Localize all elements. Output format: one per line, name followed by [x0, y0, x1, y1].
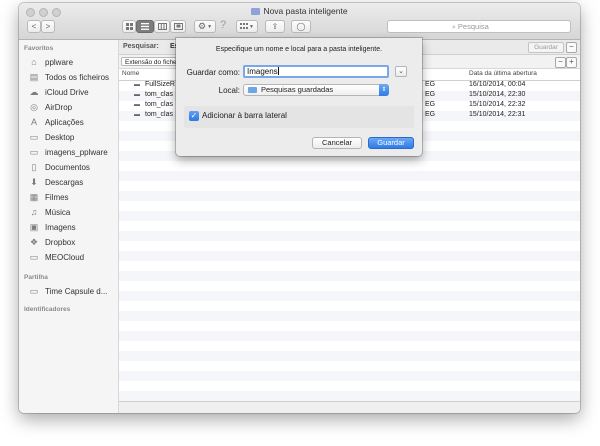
house-icon: ⌂ — [31, 56, 37, 67]
help-icon[interactable]: ? — [220, 19, 226, 31]
all-files-icon: ▤ — [29, 71, 39, 82]
image-file-icon: ▬ — [134, 92, 140, 98]
folder-icon: ▭ — [29, 251, 39, 262]
sidebar-item-music[interactable]: ♫ Música — [29, 205, 71, 219]
expand-dialog-button[interactable]: ⌄ — [395, 66, 407, 77]
save-button[interactable]: Guardar — [368, 137, 414, 149]
sidebar-item-pictures[interactable]: ▣ Imagens — [29, 220, 76, 234]
search-icon: ⌕ — [452, 24, 456, 31]
arrange-icon — [240, 23, 249, 29]
icon-view-button[interactable] — [122, 20, 136, 33]
sidebar-item-time-capsule[interactable]: ▭ Time Capsule d... — [29, 284, 108, 298]
desktop-icon: ▭ — [29, 131, 39, 142]
up-down-arrows-icon: ⇕ — [379, 84, 389, 96]
movies-icon: ▦ — [29, 191, 39, 202]
image-file-icon: ▬ — [134, 112, 140, 118]
forward-button[interactable]: > — [41, 20, 55, 33]
dialog-prompt: Especifique um nome e local para a pasta… — [215, 46, 383, 53]
criterion-popup[interactable]: Extensão do fiche — [121, 57, 177, 66]
sidebar-section-shared: Partilha — [24, 274, 48, 281]
back-button[interactable]: < — [27, 20, 41, 33]
chevron-down-icon: ▼ — [207, 23, 213, 30]
airdrop-icon: ◎ — [30, 101, 38, 112]
sidebar-item-icloud-drive[interactable]: ☁ iCloud Drive — [29, 85, 89, 99]
status-bar — [119, 401, 580, 413]
sidebar-section-favorites: Favoritos — [24, 45, 54, 52]
text-cursor — [277, 67, 279, 75]
save-as-label: Guardar como: — [186, 68, 240, 77]
folder-icon: ▭ — [29, 146, 39, 157]
sidebar-item-dropbox[interactable]: ❖ Dropbox — [29, 235, 75, 249]
image-file-icon: ▬ — [134, 102, 140, 108]
share-button[interactable]: ⇪ — [265, 20, 285, 33]
sidebar-item-airdrop[interactable]: ◎ AirDrop — [29, 100, 72, 114]
column-header-name[interactable]: Nome — [122, 70, 139, 77]
applications-icon: A — [30, 116, 37, 127]
add-to-sidebar-checkbox[interactable]: ✓ — [189, 111, 199, 121]
column-view-icon — [157, 23, 167, 30]
title-bar: Nova pasta inteligente < > ⚙ ▼ ? ▼ ⇪ ◯ ⌕ P… — [19, 3, 580, 40]
chevron-down-icon: ▼ — [249, 23, 254, 30]
list-view-icon — [141, 23, 149, 30]
add-to-sidebar-label: Adicionar à barra lateral — [202, 111, 287, 120]
sidebar-item-all-files[interactable]: ▤ Todos os ficheiros — [29, 70, 109, 84]
column-header-last-opened[interactable]: Data da última abertura — [469, 70, 537, 77]
action-button[interactable]: ⚙ ▼ — [194, 20, 216, 33]
gear-icon: ⚙ — [197, 21, 207, 31]
checkmark-icon: ✓ — [190, 111, 198, 120]
save-search-button[interactable]: Guardar — [528, 42, 564, 53]
arrange-button[interactable]: ▼ — [236, 20, 258, 33]
pictures-icon: ▣ — [29, 221, 39, 232]
empty-rows — [119, 121, 580, 401]
sidebar-item-downloads[interactable]: ⬇ Descargas — [29, 175, 83, 189]
folder-icon — [248, 87, 257, 93]
sidebar-section-tags: Identificadores — [24, 306, 71, 313]
cancel-button[interactable]: Cancelar — [312, 137, 362, 149]
sidebar-item-pplware[interactable]: ⌂ pplware — [29, 55, 73, 69]
list-view-button[interactable] — [136, 20, 154, 33]
sidebar-item-movies[interactable]: ▦ Filmes — [29, 190, 69, 204]
search-field[interactable]: ⌕ Pesquisa — [387, 20, 571, 33]
sidebar-item-meocloud[interactable]: ▭ MEOCloud — [29, 250, 84, 264]
cloud-icon: ☁ — [29, 86, 39, 97]
save-smart-folder-dialog: Especifique um nome e local para a pasta… — [176, 38, 422, 156]
sidebar-item-imagens-pplware[interactable]: ▭ imagens_pplware — [29, 145, 108, 159]
column-view-button[interactable] — [154, 20, 170, 33]
sidebar-item-desktop[interactable]: ▭ Desktop — [29, 130, 75, 144]
add-criterion-button[interactable]: + — [566, 57, 577, 68]
documents-icon: ▯ — [31, 161, 37, 172]
location-popup[interactable]: Pesquisas guardadas ⇕ — [243, 84, 389, 96]
sidebar-item-documents[interactable]: ▯ Documentos — [29, 160, 90, 174]
icon-view-icon — [125, 23, 133, 30]
time-capsule-icon: ▭ — [29, 285, 39, 296]
downloads-icon: ⬇ — [30, 176, 38, 187]
window-title: Nova pasta inteligente — [19, 6, 580, 16]
sidebar-item-applications[interactable]: A Aplicações — [29, 115, 84, 129]
chevron-down-icon: ⌄ — [398, 68, 404, 75]
share-icon: ⇪ — [271, 22, 279, 31]
location-label: Local: — [218, 86, 240, 95]
dropbox-icon: ❖ — [29, 236, 39, 247]
remove-criteria-button[interactable]: − — [566, 42, 577, 53]
cover-flow-icon — [173, 23, 183, 30]
smart-folder-icon — [251, 8, 261, 15]
tag-icon: ◯ — [296, 22, 306, 31]
search-scope-label: Pesquisar: — [123, 43, 159, 50]
image-file-icon: ▬ — [134, 82, 140, 88]
cover-flow-button[interactable] — [170, 20, 186, 33]
remove-criterion-button[interactable]: − — [555, 57, 566, 68]
save-as-field[interactable]: Imagens — [243, 65, 389, 78]
tag-button[interactable]: ◯ — [291, 20, 311, 33]
sidebar: Favoritos ⌂ pplware ▤ Todos os ficheiros ☁… — [19, 40, 119, 413]
music-icon: ♫ — [30, 206, 38, 217]
